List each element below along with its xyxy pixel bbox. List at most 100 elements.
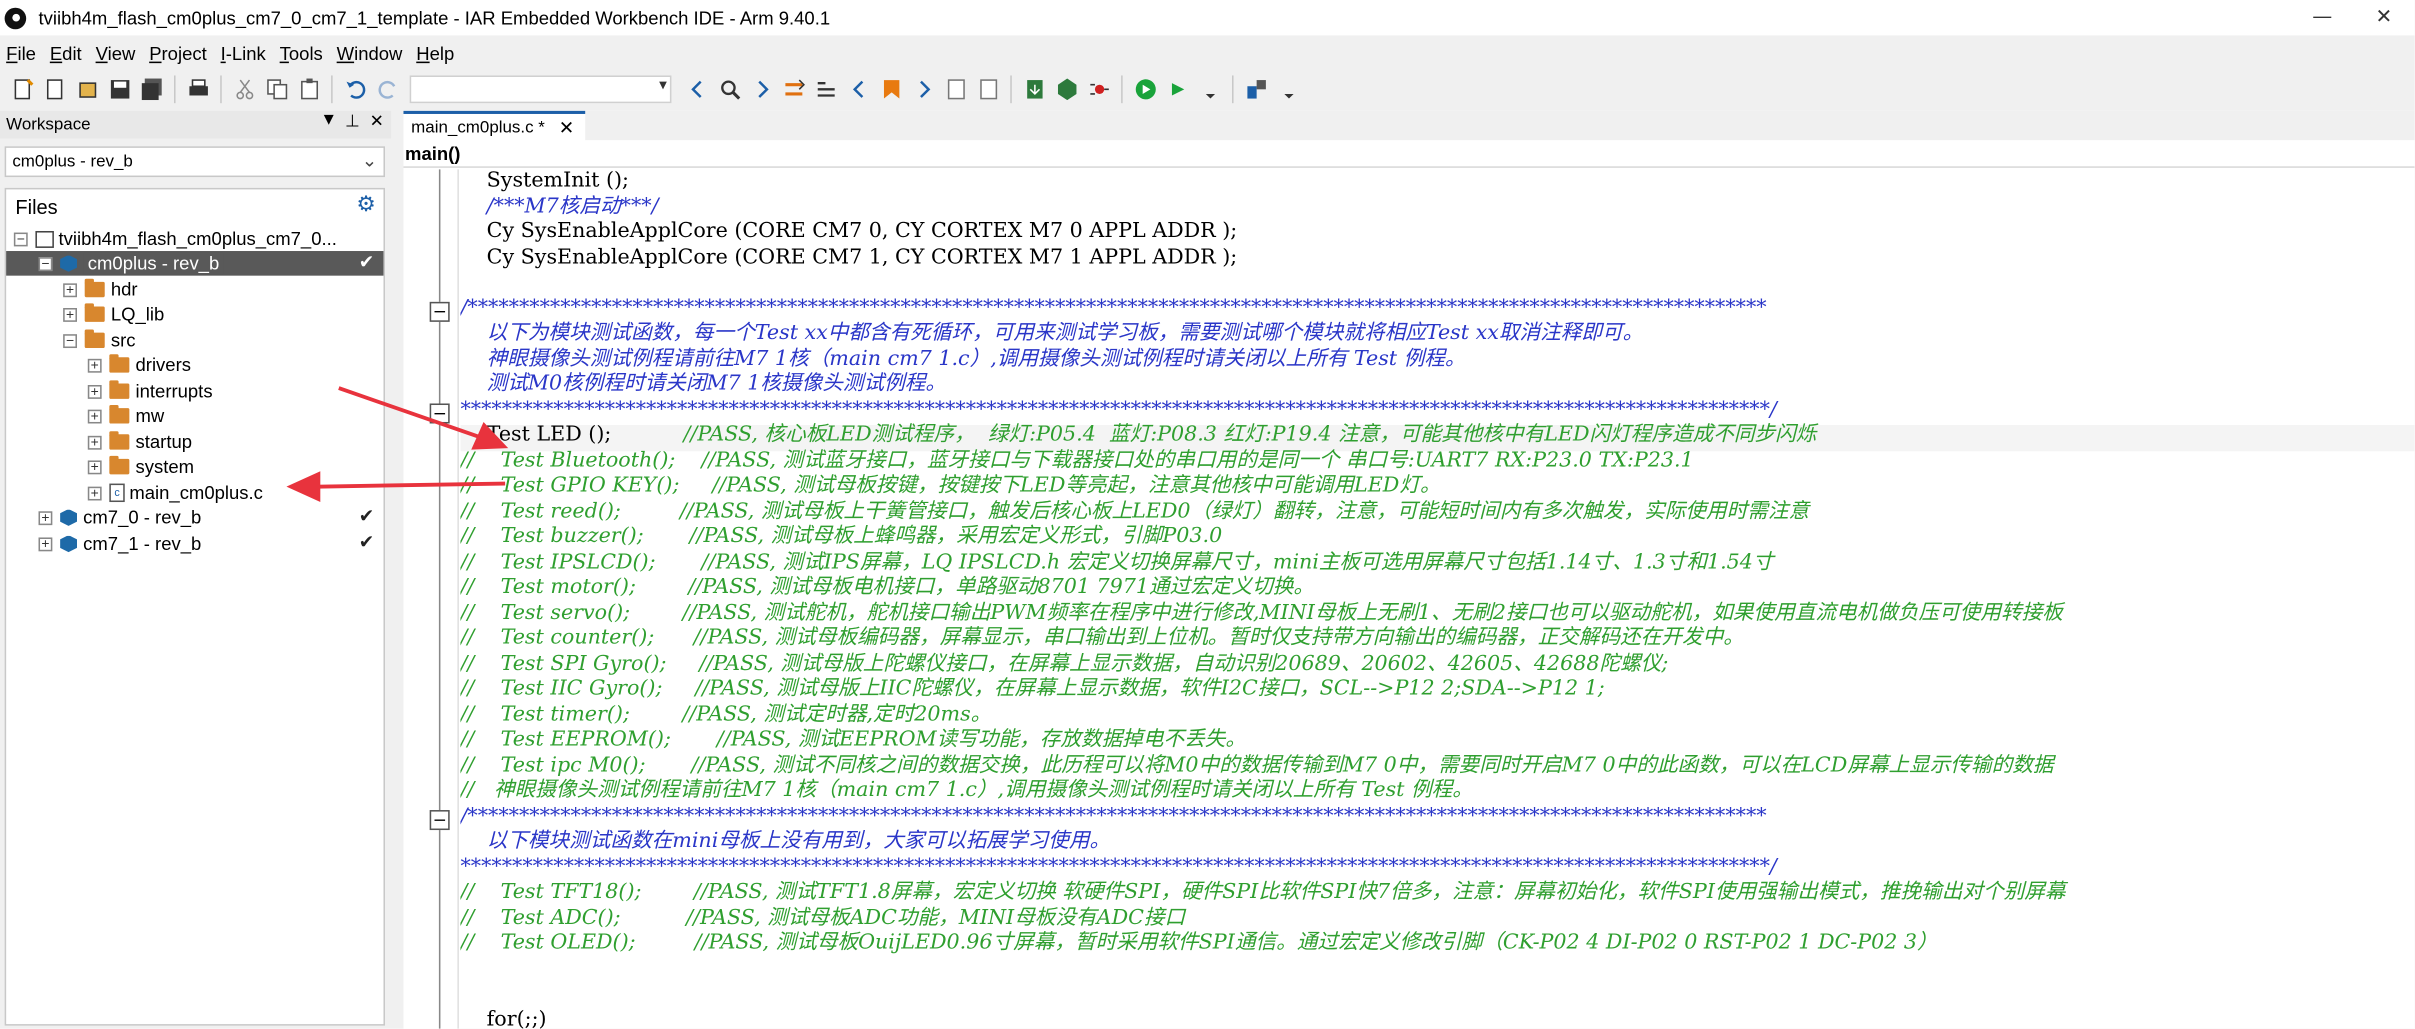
menu-view[interactable]: View <box>89 42 143 64</box>
code-line[interactable]: ****************************************… <box>460 398 1776 423</box>
tree-folder-hdr[interactable]: + hdr <box>63 277 138 302</box>
code-line[interactable]: 测试M0核例程时请关闭M7 1核摄像头测试例程。 <box>460 373 946 398</box>
code-line[interactable]: // Test servo(); //PASS, 测试舵机，舵机接口输出PWM频… <box>460 601 2062 626</box>
code-line[interactable]: 以下模块测试函数在mini母板上没有用到，大家可以拓展学习使用。 <box>460 830 1110 855</box>
code-line[interactable]: // Test IIC Gyro(); //PASS, 测试母版上IIC陀螺仪，… <box>460 678 1604 703</box>
copy-icon[interactable] <box>260 74 292 105</box>
tree-workspace-root[interactable]: − tviibh4m_flash_cm0plus_cm7_0... <box>13 226 337 251</box>
code-line[interactable]: // Test reed(); //PASS, 测试母板上干簧管接口，触发后核心… <box>460 500 1809 525</box>
search-icon[interactable] <box>713 74 745 105</box>
make-icon[interactable] <box>1050 74 1082 105</box>
gear-icon[interactable]: ⚙ <box>356 193 375 218</box>
expand-icon[interactable]: + <box>87 357 102 372</box>
bookmark-icon[interactable] <box>875 74 907 105</box>
code-line[interactable]: // Test buzzer(); //PASS, 测试母板上蜂鸣器，采用宏定义… <box>460 525 1222 550</box>
code-line[interactable]: /***M7核启动***/ <box>460 195 659 220</box>
code-line[interactable]: Cy SysEnableApplCore (CORE CM7 0, CY COR… <box>460 220 1238 245</box>
forward-icon[interactable] <box>907 74 939 105</box>
print-button[interactable] <box>182 74 214 105</box>
expand-icon[interactable]: + <box>87 383 102 399</box>
expand-icon[interactable]: + <box>87 459 102 474</box>
redo-icon[interactable] <box>371 74 403 105</box>
code-line[interactable]: // Test motor(); //PASS, 测试母板电机接口，单路驱动87… <box>460 576 1314 601</box>
code-line[interactable]: /***************************************… <box>460 805 1766 830</box>
code-line[interactable]: 以下为模块测试函数，每一个Test xx中都含有死循环，可用来测试学习板，需要测… <box>460 322 1644 347</box>
code-line[interactable]: // Test counter(); //PASS, 测试母板编码器，屏幕显示，… <box>460 627 1743 652</box>
code-line[interactable]: 神眼摄像头测试例程请前往M7 1核（main cm7 1.c）,调用摄像头测试例… <box>460 347 1466 372</box>
minimize-button[interactable]: — <box>2292 0 2354 35</box>
fold-toggle-icon[interactable]: − <box>429 403 450 424</box>
menu-project[interactable]: Project <box>143 42 214 64</box>
function-navigator[interactable]: main() <box>403 141 2415 168</box>
download-and-debug-icon[interactable] <box>1129 74 1161 105</box>
tree-folder-mw[interactable]: + mw <box>87 403 164 428</box>
code-line[interactable]: Cy SysEnableApplCore (CORE CM7 1, CY COR… <box>460 246 1238 271</box>
tree-project-cm0plus[interactable]: − cm0plus - rev_b <box>38 251 224 276</box>
code-view[interactable]: SystemInit (); /***M7核启动***/ Cy SysEnabl… <box>460 169 2415 1029</box>
code-line[interactable]: // Test ADC(); //PASS, 测试母板ADC功能，MINI母板没… <box>460 906 1185 931</box>
paste-icon[interactable] <box>293 74 325 105</box>
collapse-icon[interactable]: − <box>63 333 77 348</box>
code-line[interactable]: // Test ipc M0(); //PASS, 测试不同核之间的数据交换，此… <box>460 754 2053 779</box>
close-tab-icon[interactable]: ✕ <box>559 117 574 139</box>
tree-file-main-cm0plus[interactable]: + c main_cm0plus.c <box>87 480 263 505</box>
menu-window[interactable]: Window <box>330 42 410 64</box>
code-line[interactable]: // Test EEPROM(); //PASS, 测试EEPROM读写功能，存… <box>460 728 1245 753</box>
menu-tools[interactable]: Tools <box>273 42 330 64</box>
configuration-select[interactable]: cm0plus - rev_b ⌄ <box>4 146 386 178</box>
tab-main-cm0plus[interactable]: main_cm0plus.c * ✕ <box>403 110 586 142</box>
tree-project-cm7-0[interactable]: + cm7_0 - rev_b <box>38 505 201 530</box>
new-workspace-button[interactable] <box>6 74 38 105</box>
expand-icon[interactable]: + <box>63 282 77 297</box>
compile-icon[interactable] <box>1018 74 1050 105</box>
fold-toggle-icon[interactable]: − <box>429 810 450 831</box>
toolbar-dropdown-icon[interactable] <box>1194 74 1226 105</box>
previous-bookmark-icon[interactable] <box>939 74 971 105</box>
new-file-button[interactable] <box>39 74 71 105</box>
link-settings-icon[interactable] <box>1240 74 1272 105</box>
fold-toggle-icon[interactable]: − <box>429 301 450 322</box>
expand-icon[interactable]: + <box>38 510 53 525</box>
expand-icon[interactable]: + <box>87 485 102 500</box>
expand-icon[interactable]: + <box>63 306 77 322</box>
code-line[interactable]: /***************************************… <box>460 296 1766 321</box>
back-icon[interactable] <box>842 74 874 105</box>
expand-icon[interactable]: + <box>87 434 102 449</box>
breakpoint-icon[interactable] <box>1083 74 1115 105</box>
find-combo[interactable] <box>409 75 672 104</box>
open-button[interactable] <box>71 74 103 105</box>
save-button[interactable] <box>103 74 135 105</box>
collapse-icon[interactable]: − <box>38 256 53 271</box>
debug-without-download-icon[interactable] <box>1161 74 1193 105</box>
code-line[interactable]: // Test TFT18(); //PASS, 测试TFT1.8屏幕，宏定义切… <box>460 881 2065 906</box>
find-next-icon[interactable] <box>745 74 777 105</box>
next-bookmark-icon[interactable] <box>972 74 1004 105</box>
pin-icon[interactable]: ⊥ <box>345 111 360 130</box>
undo-icon[interactable] <box>339 74 371 105</box>
collapse-icon[interactable]: − <box>13 231 28 246</box>
code-line[interactable]: // Test IPSLCD(); //PASS, 测试IPS屏幕，LQ IPS… <box>460 551 1773 576</box>
find-previous-icon[interactable] <box>681 74 713 105</box>
menu-file[interactable]: File <box>0 42 44 64</box>
close-window-button[interactable]: ✕ <box>2353 0 2415 35</box>
menu-help[interactable]: Help <box>410 42 462 64</box>
tree-folder-system[interactable]: + system <box>87 454 194 479</box>
code-line[interactable]: for(;;) <box>460 1008 547 1029</box>
code-line[interactable]: // Test timer(); //PASS, 测试定时器,定时20ms。 <box>460 703 991 728</box>
code-line[interactable]: // Test OLED(); //PASS, 测试母板OuijLED0.96寸… <box>460 932 1937 957</box>
save-all-button[interactable] <box>136 74 168 105</box>
code-line[interactable]: // Test GPIO KEY(); //PASS, 测试母板按键，按键按下L… <box>460 474 1440 499</box>
tree-folder-lq-lib[interactable]: + LQ_lib <box>63 302 164 327</box>
menu-i-link[interactable]: I-Link <box>214 42 273 64</box>
code-line[interactable]: // Test Bluetooth(); //PASS, 测试蓝牙接口，蓝牙接口… <box>460 449 1693 474</box>
tree-folder-src[interactable]: − src <box>63 328 136 353</box>
tree-folder-drivers[interactable]: + drivers <box>87 353 191 378</box>
code-line[interactable]: // 神眼摄像头测试例程请前往M7 1核（main cm7 1.c）,调用摄像头… <box>460 779 1472 804</box>
code-line[interactable]: Test LED (); //PASS, 核心板LED测试程序， 绿灯:P05.… <box>460 424 1817 449</box>
tree-folder-interrupts[interactable]: + interrupts <box>87 379 213 404</box>
panel-dropdown-icon[interactable]: ▼ <box>320 111 337 129</box>
expand-icon[interactable]: + <box>38 536 53 551</box>
tree-folder-startup[interactable]: + startup <box>87 430 192 455</box>
go-to-icon[interactable] <box>810 74 842 105</box>
cut-icon[interactable] <box>228 74 260 105</box>
